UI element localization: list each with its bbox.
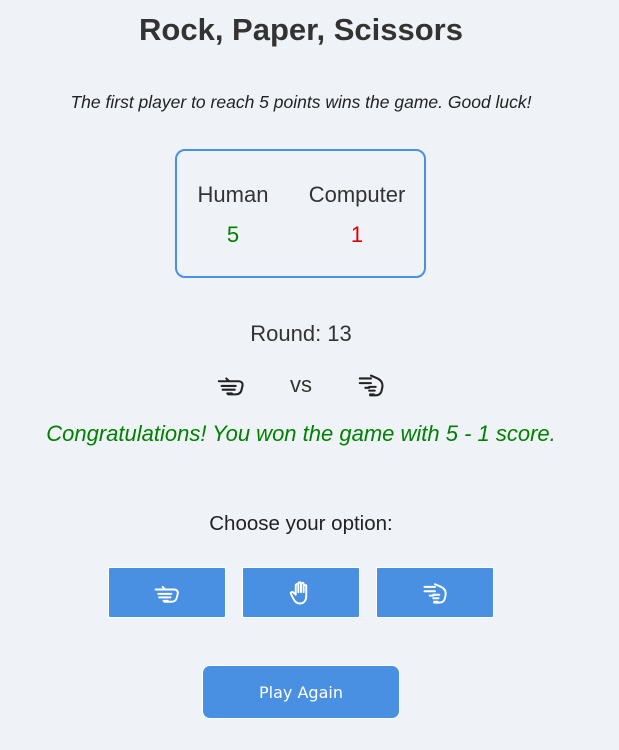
round-label: Round: <box>250 321 322 346</box>
hand-paper-icon <box>287 579 315 607</box>
game-rules-text: The first player to reach 5 points wins … <box>70 92 532 112</box>
computer-label: Computer <box>308 182 406 207</box>
vs-label: vs <box>290 372 312 397</box>
play-again-button[interactable]: Play Again <box>202 665 400 719</box>
round-indicator: Round: 13 <box>0 321 602 347</box>
hand-scissors-icon <box>421 579 449 607</box>
hand-rock-icon <box>216 370 246 400</box>
scoreboard: Human 5 Computer 1 <box>175 149 426 278</box>
human-label: Human <box>197 182 269 207</box>
paper-button[interactable] <box>242 567 360 618</box>
human-score: 5 <box>226 222 240 247</box>
round-number: 13 <box>327 321 352 346</box>
rock-button[interactable] <box>108 567 226 618</box>
scissors-button[interactable] <box>376 567 494 618</box>
hand-scissors-icon <box>356 370 386 400</box>
computer-score-column: Computer 1 <box>301 181 413 249</box>
computer-score: 1 <box>350 222 364 247</box>
human-score-column: Human 5 <box>193 181 273 249</box>
page-title: Rock, Paper, Scissors <box>139 12 463 47</box>
matchup: vs <box>0 368 602 402</box>
choose-option-label: Choose your option: <box>209 512 393 535</box>
hand-rock-icon <box>153 579 181 607</box>
result-message: Congratulations! You won the game with 5… <box>46 421 556 446</box>
